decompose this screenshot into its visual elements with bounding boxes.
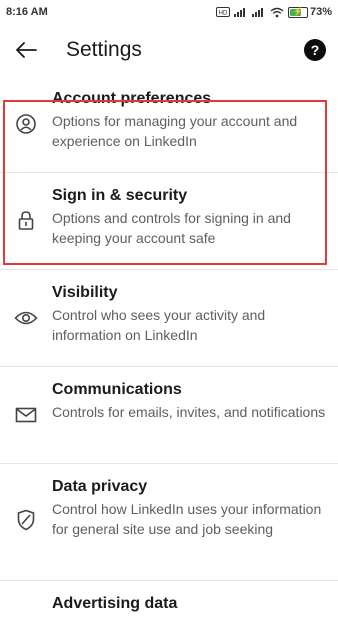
status-icons: HD ⚡ 73% xyxy=(215,6,332,18)
settings-item-description: Control who sees your activity and infor… xyxy=(52,307,266,343)
settings-item-account-preferences[interactable]: Account preferences Options for managing… xyxy=(0,76,338,172)
settings-list: Account preferences Options for managing… xyxy=(0,76,338,621)
settings-item-description: Options and controls for signing in and … xyxy=(52,210,291,246)
settings-item-data-privacy[interactable]: Data privacy Control how LinkedIn uses y… xyxy=(0,463,338,580)
app-bar: Settings ? xyxy=(0,24,338,76)
volte-icon: HD xyxy=(215,7,230,17)
signal-icon xyxy=(251,8,263,17)
battery-charging-icon: ⚡ 73% xyxy=(287,6,332,18)
settings-item-title: Communications xyxy=(52,381,182,398)
envelope-icon xyxy=(12,401,40,429)
question-mark-circle-icon[interactable]: ? xyxy=(304,39,326,61)
signal-icon xyxy=(233,8,245,17)
user-circle-icon xyxy=(12,110,40,138)
shield-icon xyxy=(12,506,40,534)
charging-bolt-icon: ⚡ xyxy=(292,7,303,16)
battery-percent: 73% xyxy=(309,6,332,18)
battery-shell: ⚡ xyxy=(287,6,308,18)
lock-icon xyxy=(12,207,40,235)
settings-item-description: Control how LinkedIn uses your informati… xyxy=(52,501,322,537)
status-time: 8:16 AM xyxy=(6,6,48,18)
settings-item-advertising-data[interactable]: Advertising data xyxy=(0,580,338,621)
settings-item-title: Sign in & security xyxy=(52,187,188,204)
settings-item-title: Advertising data xyxy=(52,595,178,612)
svg-text:HD: HD xyxy=(219,11,228,17)
wifi-icon xyxy=(270,7,284,17)
arrow-left-icon[interactable] xyxy=(6,30,46,70)
eye-icon xyxy=(12,304,40,332)
settings-item-sign-in-security[interactable]: Sign in & security Options and controls … xyxy=(0,172,338,269)
settings-item-description: Controls for emails, invites, and notifi… xyxy=(52,404,326,420)
settings-item-description: Options for managing your account and ex… xyxy=(52,113,298,149)
settings-item-title: Visibility xyxy=(52,284,118,301)
settings-item-visibility[interactable]: Visibility Control who sees your activit… xyxy=(0,269,338,366)
page-title: Settings xyxy=(66,38,142,61)
status-bar: 8:16 AM HD ⚡ 73% xyxy=(0,0,338,24)
settings-item-title: Account preferences xyxy=(52,90,212,107)
settings-item-title: Data privacy xyxy=(52,478,148,495)
settings-item-communications[interactable]: Communications Controls for emails, invi… xyxy=(0,366,338,463)
